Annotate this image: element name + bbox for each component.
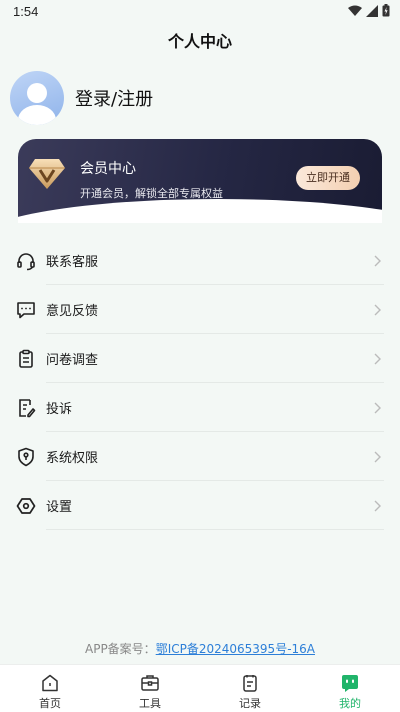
avatar[interactable] xyxy=(10,71,64,125)
toolbox-icon xyxy=(141,675,159,691)
menu-label: 意见反馈 xyxy=(46,304,99,319)
menu-list: 联系客服 意见反馈 问卷调查 投诉 系统权限 设置 xyxy=(0,236,400,532)
icp-prefix: APP备案号： xyxy=(85,642,156,656)
menu-label: 联系客服 xyxy=(46,255,99,270)
chevron-right-icon xyxy=(374,255,381,266)
complaint-icon xyxy=(19,398,36,417)
settings-icon xyxy=(16,497,36,514)
tab-home[interactable]: 首页 xyxy=(0,665,100,712)
chevron-right-icon xyxy=(374,500,381,511)
chevron-right-icon xyxy=(374,402,381,413)
menu-item-feedback[interactable]: 意见反馈 xyxy=(0,285,400,334)
status-bar: 1:54 xyxy=(0,0,400,24)
shield-icon xyxy=(18,447,34,466)
menu-label: 系统权限 xyxy=(46,451,99,466)
bottom-tab-bar: 首页 工具 记录 我的 xyxy=(0,664,400,712)
tab-records[interactable]: 记录 xyxy=(200,665,300,712)
vip-title: 会员中心 xyxy=(80,161,136,177)
chevron-right-icon xyxy=(374,353,381,364)
menu-item-permissions[interactable]: 系统权限 xyxy=(0,432,400,481)
tab-label: 记录 xyxy=(239,697,261,710)
wifi-icon xyxy=(348,5,362,16)
feedback-icon xyxy=(17,301,35,318)
page-title: 个人中心 xyxy=(167,32,232,51)
tab-mine[interactable]: 我的 xyxy=(300,665,400,712)
menu-item-survey[interactable]: 问卷调查 xyxy=(0,334,400,383)
menu-label: 设置 xyxy=(46,500,73,515)
profile-login[interactable]: 登录/注册 xyxy=(10,70,153,126)
profile-face-icon xyxy=(342,675,358,692)
chevron-right-icon xyxy=(374,451,381,462)
home-icon xyxy=(42,674,58,692)
menu-item-customer-service[interactable]: 联系客服 xyxy=(0,236,400,285)
vip-section: 会员中心 开通会员，解锁全部专属权益 立即开通 xyxy=(0,130,400,238)
menu-label: 问卷调查 xyxy=(46,353,99,368)
headset-icon xyxy=(17,252,35,270)
icp-filing: APP备案号：鄂ICP备2024065395号-16A xyxy=(0,640,400,657)
tab-tools[interactable]: 工具 xyxy=(100,665,200,712)
battery-icon xyxy=(382,4,390,17)
divider xyxy=(46,529,384,530)
vip-card[interactable]: 会员中心 开通会员，解锁全部专属权益 立即开通 xyxy=(18,139,382,223)
status-icons xyxy=(348,4,390,17)
vip-subtitle: 开通会员，解锁全部专属权益 xyxy=(80,187,223,200)
icp-link[interactable]: 鄂ICP备2024065395号-16A xyxy=(156,642,315,656)
chevron-right-icon xyxy=(374,304,381,315)
diamond-icon xyxy=(29,159,65,189)
login-register-link[interactable]: 登录/注册 xyxy=(75,85,153,111)
tab-label: 首页 xyxy=(39,697,61,710)
status-time: 1:54 xyxy=(13,4,39,19)
signal-icon xyxy=(366,4,378,17)
menu-item-complaint[interactable]: 投诉 xyxy=(0,383,400,432)
notepad-icon xyxy=(243,675,257,692)
tab-label: 工具 xyxy=(139,697,161,710)
vip-open-button[interactable]: 立即开通 xyxy=(296,166,360,190)
menu-item-settings[interactable]: 设置 xyxy=(0,481,400,530)
clipboard-icon xyxy=(19,349,33,368)
tab-label: 我的 xyxy=(339,697,361,710)
menu-label: 投诉 xyxy=(46,402,73,417)
